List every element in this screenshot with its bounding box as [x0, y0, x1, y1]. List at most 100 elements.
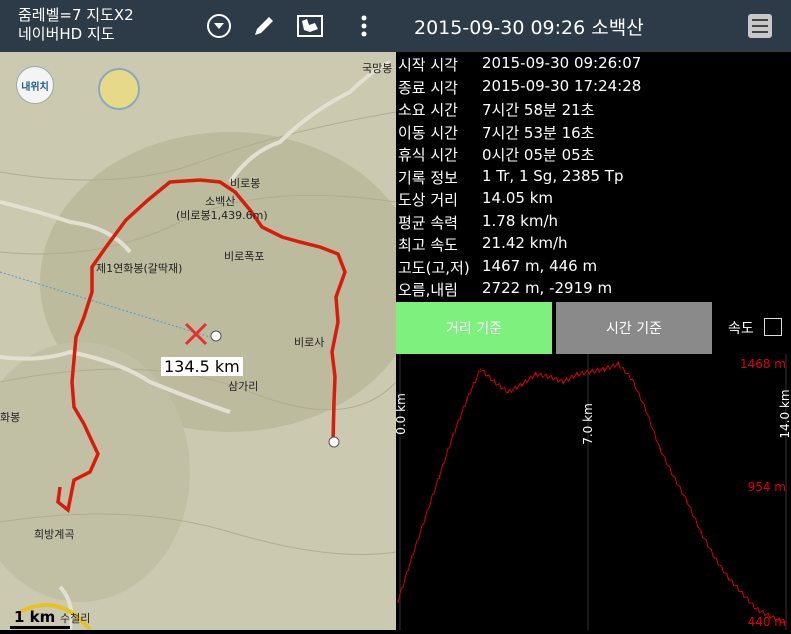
info-row: 이동 시간 7시간 53분 16초 [396, 120, 791, 143]
elevation-point [658, 447, 661, 449]
info-label: 오름,내림 [398, 281, 458, 299]
label-jeil-yeonhwabong: 제1연화봉(갈딱재) [96, 262, 183, 275]
info-value: 14.05 km [482, 189, 554, 207]
elevation-chart-svg: 0.0 km 7.0 km 14.0 km 1468 m 954 m 440 m [394, 354, 791, 630]
top-bar: 줌레벨=7 지도X2 네이버HD 지도 2015-09-30 09:26 소백산 [0, 0, 791, 52]
time-basis-button[interactable]: 시간 기준 [556, 302, 712, 354]
my-location-button[interactable]: 내위치 [16, 66, 54, 104]
elevation-point [590, 370, 592, 373]
elevation-point [700, 531, 702, 534]
info-row: 소요 시간 7시간 58분 21초 [396, 97, 791, 120]
info-label: 평균 속력 [398, 213, 458, 232]
speed-checkbox[interactable] [764, 318, 782, 336]
elevation-point [631, 378, 633, 381]
menu-icon[interactable] [746, 12, 774, 40]
info-value: 2722 m, -2919 m [482, 279, 613, 297]
y-tick-label: 954 m [748, 480, 786, 494]
info-value: 7시간 58분 21초 [482, 101, 595, 119]
elevation-point [741, 592, 744, 595]
elevation-point [755, 607, 757, 610]
elevation-point [521, 383, 523, 386]
elevation-point [603, 368, 606, 370]
map-terrain [0, 52, 396, 630]
elevation-point [534, 373, 537, 376]
elevation-line [397, 360, 786, 624]
elevation-point [562, 381, 565, 383]
scale-bar [10, 626, 70, 629]
info-label: 최고 속도 [398, 236, 458, 254]
info-row: 평균 속력 1.78 km/h [396, 210, 791, 233]
info-value: 1.78 km/h [482, 211, 559, 230]
zoom-info: 줌레벨=7 지도X2 네이버HD 지도 [18, 6, 134, 44]
zoom-level-text: 줌레벨=7 지도X2 [18, 6, 134, 24]
info-row: 오름,내림 2722 m, -2919 m [396, 277, 791, 300]
info-row: 고도(고,저) 1467 m, 446 m [396, 255, 791, 278]
info-value: 1467 m, 446 m [482, 256, 598, 275]
distance-label: 134.5 km [161, 357, 243, 376]
distance-basis-button[interactable]: 거리 기준 [396, 302, 552, 354]
elevation-point [617, 363, 620, 365]
x-tick-label: 0.0 km [396, 393, 408, 435]
label-biropokpo: 비로폭포 [224, 250, 265, 263]
elevation-point [686, 500, 689, 503]
more-icon[interactable] [350, 12, 378, 40]
elevation-point [424, 516, 427, 518]
elevation-point [672, 475, 675, 477]
info-row: 시작 시각 2015-09-30 09:26:07 [396, 52, 791, 75]
info-value: 1 Tr, 1 Sg, 2385 Tp [482, 166, 624, 185]
label-gukmangbong: 국망봉 [362, 62, 393, 75]
label-hwabong: 화봉 [0, 411, 21, 424]
x-tick-label: 14.0 km [778, 389, 791, 438]
y-tick-label: 1468 m [740, 357, 786, 371]
info-value: 21.42 km/h [482, 234, 568, 252]
label-samgari: 삼가리 [228, 380, 259, 393]
scale-label: 1 km [14, 608, 56, 626]
info-row: 기록 정보 1 Tr, 1 Sg, 2385 Tp [396, 165, 791, 188]
elevation-point [645, 409, 647, 411]
info-value: 0시간 05분 05초 [482, 146, 595, 164]
elevation-point [493, 381, 496, 383]
info-row: 도상 거리 14.05 km [396, 187, 791, 210]
info-row: 휴식 시간 0시간 05분 05초 [396, 142, 791, 165]
track-info-panel: 시작 시각 2015-09-30 09:26:07 종료 시각 2015-09-30 … [396, 52, 791, 300]
elevation-point [410, 556, 413, 559]
elevation-point [466, 398, 468, 401]
info-value: 7시간 53분 16초 [482, 123, 595, 142]
elevation-point [576, 373, 578, 376]
speed-label: 속도 [728, 321, 754, 337]
label-huibang-valley: 희방계곡 [34, 528, 75, 541]
label-birobong: 비로봉 [230, 177, 261, 190]
info-row: 최고 속도 21.42 km/h [396, 232, 791, 255]
map-icon[interactable] [296, 12, 324, 40]
info-value: 2015-09-30 09:26:07 [482, 54, 642, 72]
y-tick-label: 440 m [748, 615, 786, 629]
elevation-point [727, 577, 730, 579]
label-birosa: 비로사 [294, 336, 325, 349]
info-value: 2015-09-30 17:24:28 [482, 76, 642, 95]
dropdown-icon[interactable] [205, 12, 233, 40]
map-view[interactable]: 내위치 국망봉 비로봉 소백산 (비로봉1,439.6m) 제1연화봉(갈딱재)… [0, 52, 396, 630]
track-title: 2015-09-30 09:26 소백산 [414, 17, 644, 39]
info-label: 휴식 시간 [398, 146, 458, 164]
info-label: 종료 시각 [398, 78, 458, 97]
info-label: 기록 정보 [398, 168, 458, 187]
pencil-icon[interactable] [250, 12, 278, 40]
elevation-point [397, 600, 399, 602]
info-label: 이동 시간 [398, 123, 458, 142]
map-source-text: 네이버HD 지도 [18, 25, 115, 43]
info-label: 시작 시각 [398, 56, 458, 74]
label-sucheolli: 수철리 [60, 612, 91, 625]
info-label: 고도(고,저) [398, 258, 470, 277]
elevation-point [507, 391, 509, 393]
elevation-point [479, 368, 482, 370]
info-label: 도상 거리 [398, 191, 458, 209]
info-row: 종료 시각 2015-09-30 17:24:28 [396, 75, 791, 98]
elevation-chart: 0.0 km 7.0 km 14.0 km 1468 m 954 m 440 m [394, 354, 791, 630]
elevation-point [713, 556, 716, 559]
label-birobong-alt: (비로봉1,439.6m) [176, 209, 268, 222]
elevation-point [548, 375, 551, 378]
x-tick-label: 7.0 km [581, 403, 595, 445]
info-label: 소요 시간 [398, 101, 458, 119]
compass-icon[interactable] [98, 68, 140, 110]
elevation-point [438, 475, 441, 477]
